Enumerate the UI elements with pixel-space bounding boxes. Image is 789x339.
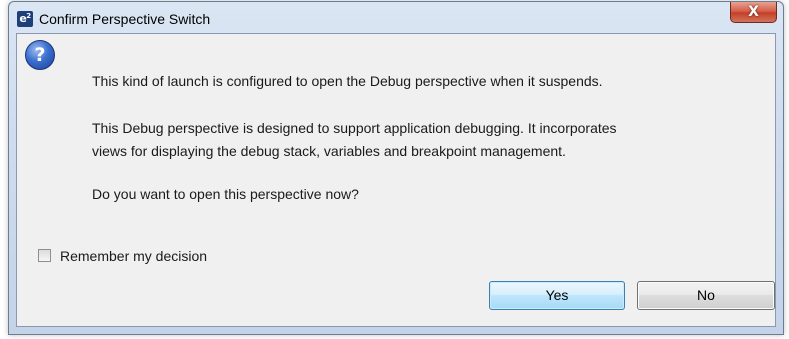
close-icon: X [748, 4, 759, 20]
close-button[interactable]: X [730, 2, 777, 23]
yes-button[interactable]: Yes [489, 281, 625, 310]
message-line: This kind of launch is configured to ope… [92, 73, 603, 89]
message-line: views for displaying the debug stack, va… [92, 143, 566, 159]
eclipse-e2-icon: e2 [17, 11, 33, 27]
message-question: Do you want to open this perspective now… [92, 186, 359, 202]
title-bar[interactable]: e2 Confirm Perspective Switch X [9, 2, 783, 34]
remember-checkbox[interactable] [38, 249, 51, 262]
question-icon: ? [25, 40, 55, 70]
message-line: This Debug perspective is designed to su… [92, 120, 617, 136]
no-button[interactable]: No [637, 281, 775, 310]
remember-label[interactable]: Remember my decision [60, 246, 207, 266]
window-title: Confirm Perspective Switch [39, 11, 211, 27]
